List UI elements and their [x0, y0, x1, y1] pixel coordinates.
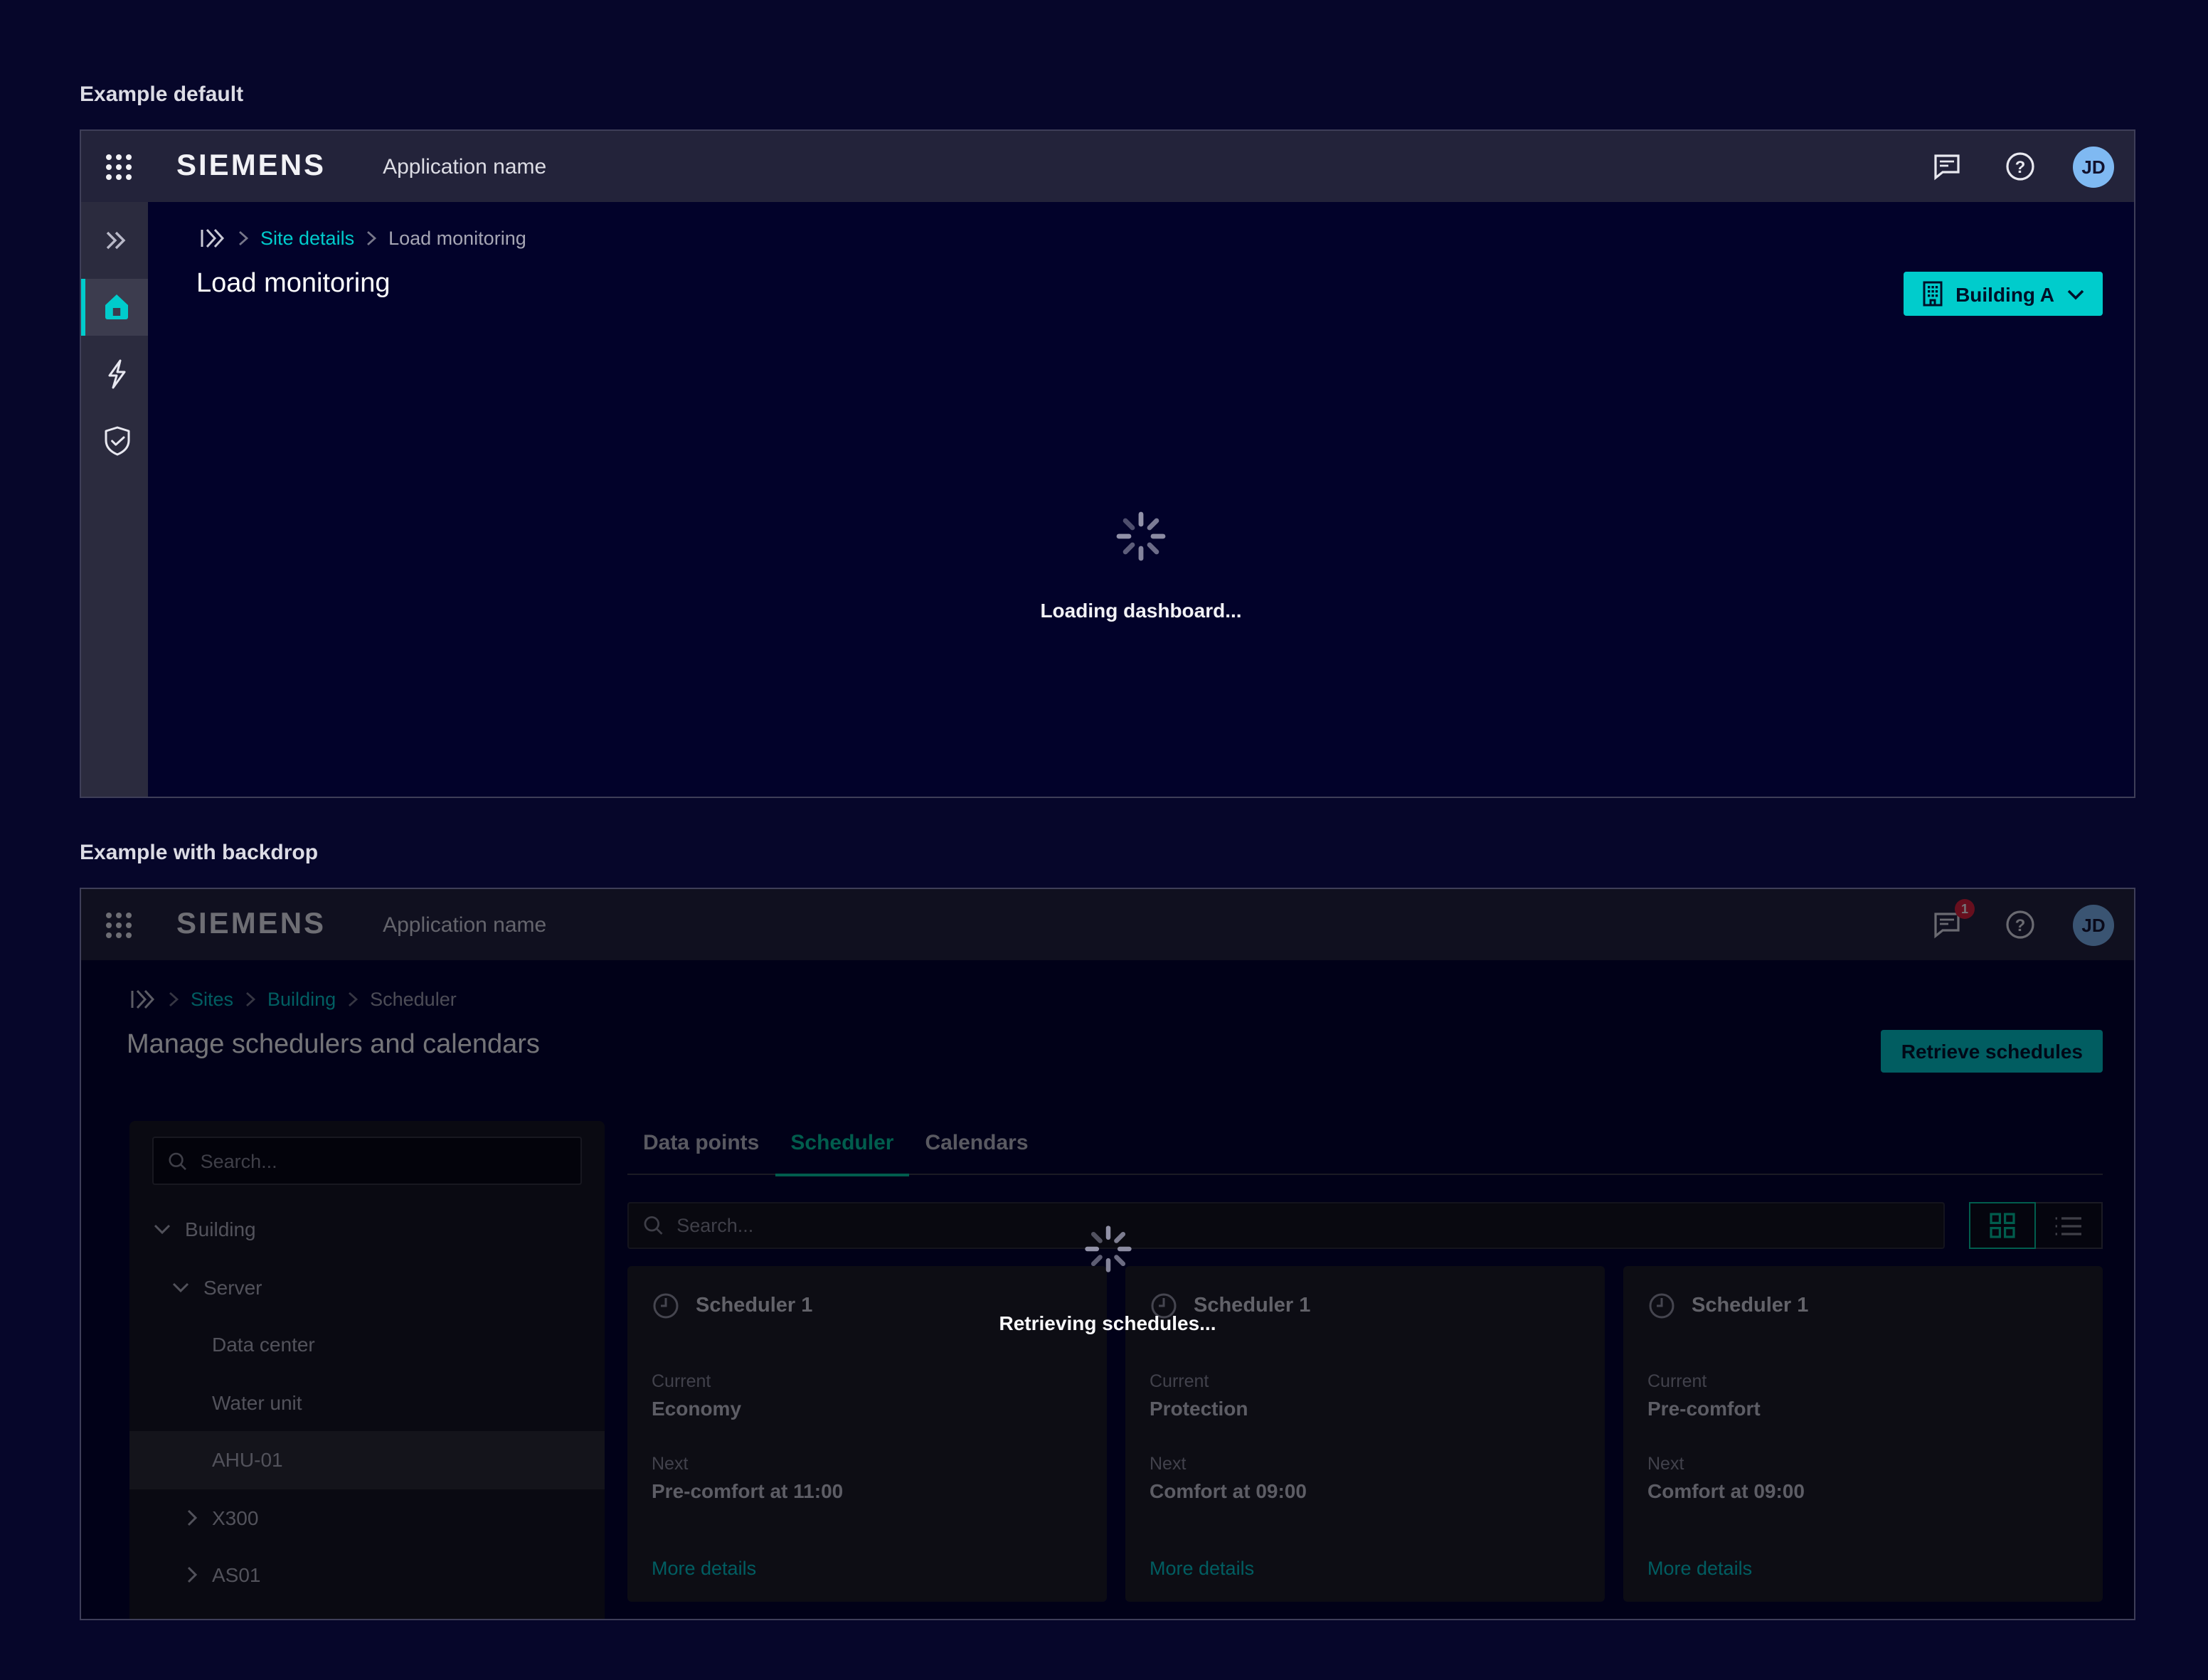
- schedules-loading-indicator: Retrieving schedules...: [81, 1222, 2134, 1334]
- help-icon: ?: [2005, 151, 2036, 182]
- dashboard-loading-indicator: Loading dashboard...: [148, 508, 2134, 622]
- breadcrumb-link-site-details[interactable]: Site details: [260, 228, 354, 249]
- sidebar-item-energy[interactable]: [81, 346, 148, 403]
- loading-text: Retrieving schedules...: [999, 1312, 1216, 1334]
- siemens-logo: SIEMENS: [176, 149, 326, 184]
- example-default-frame: SIEMENS Application name ? JD: [80, 129, 2135, 798]
- example-backdrop-label: Example with backdrop: [80, 841, 318, 865]
- primary-navigation-sidebar: [81, 202, 148, 798]
- spinner-icon: [1081, 1222, 1135, 1276]
- breadcrumb-current: Load monitoring: [388, 228, 526, 249]
- design-examples-page: Example default SIEMENS Application name: [0, 0, 2208, 1680]
- shield-check-icon: [102, 425, 132, 457]
- app-switcher-button[interactable]: [98, 146, 139, 187]
- page-title: Load monitoring: [196, 269, 2103, 300]
- page-content: Site details Load monitoring Load monito…: [148, 202, 2134, 798]
- help-button[interactable]: ?: [1999, 145, 2042, 188]
- sidebar-item-home[interactable]: [81, 279, 148, 336]
- sidebar-expand-button[interactable]: [81, 212, 148, 269]
- breadcrumb: Site details Load monitoring: [199, 228, 2103, 249]
- app-switcher-icon: [104, 151, 134, 181]
- feedback-chat-icon: [1932, 152, 1962, 181]
- example-default-label: Example default: [80, 83, 243, 107]
- user-avatar[interactable]: JD: [2073, 146, 2114, 187]
- sidebar-item-security[interactable]: [81, 413, 148, 469]
- building-icon: [1921, 280, 1943, 307]
- site-selector-label: Building A: [1955, 282, 2054, 305]
- loading-text: Loading dashboard...: [1040, 599, 1241, 622]
- svg-text:?: ?: [2015, 158, 2026, 177]
- breadcrumb-separator-icon: [366, 230, 377, 246]
- spinner-icon: [1113, 508, 1169, 565]
- application-name: Application name: [383, 154, 546, 179]
- breadcrumb-separator-icon: [238, 230, 249, 246]
- app-header: SIEMENS Application name ? JD: [81, 131, 2134, 202]
- example-backdrop-frame: SIEMENS Application name 1 ? JD: [80, 888, 2135, 1620]
- site-selector-button[interactable]: Building A: [1903, 272, 2103, 316]
- lightning-bolt-icon: [102, 358, 131, 390]
- feedback-button[interactable]: [1926, 147, 1968, 186]
- double-chevron-right-icon: [103, 230, 126, 250]
- breadcrumb-root-icon[interactable]: [199, 228, 226, 249]
- chevron-down-icon: [2067, 288, 2084, 299]
- home-icon: [101, 292, 132, 323]
